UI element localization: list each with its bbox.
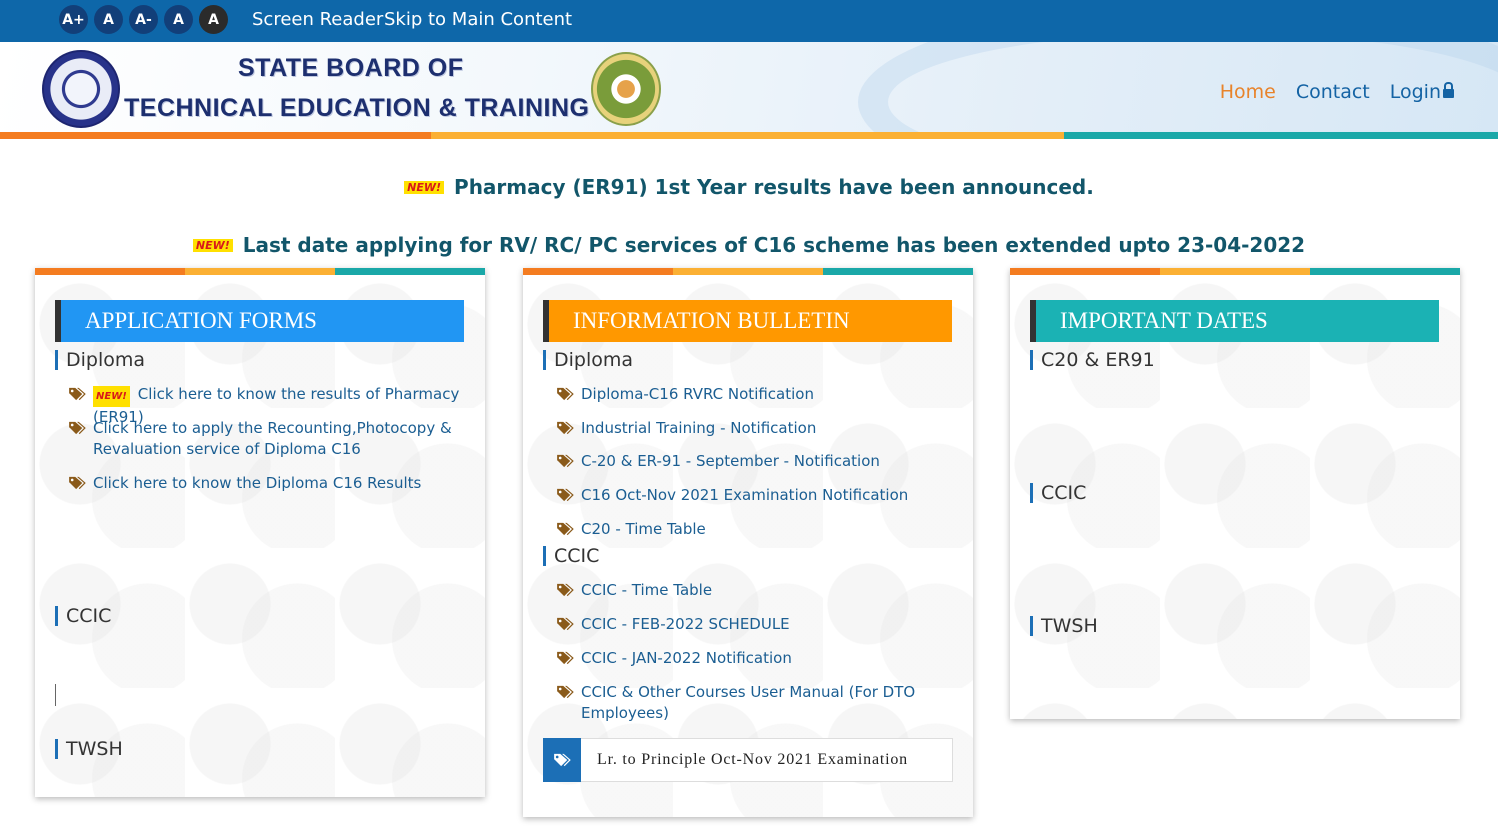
section-ccic: CCIC bbox=[1030, 483, 1086, 503]
item-text: C-20 & ER-91 - September - Notification bbox=[581, 452, 880, 470]
tags-icon bbox=[69, 476, 86, 490]
list-item[interactable]: Diploma-C16 RVRC Notification bbox=[556, 384, 956, 405]
list-item[interactable]: Click here to apply the Recounting,Photo… bbox=[68, 418, 468, 460]
list-item[interactable]: CCIC & Other Courses User Manual (For DT… bbox=[556, 682, 956, 724]
site-header: STATE BOARD OF TECHNICAL EDUCATION & TRA… bbox=[0, 42, 1498, 132]
header-color-stripe bbox=[0, 132, 1498, 139]
state-emblem-logo bbox=[591, 52, 661, 126]
list-item[interactable]: Click here to know the Diploma C16 Resul… bbox=[68, 473, 468, 494]
lock-icon bbox=[1443, 82, 1454, 98]
section-c20-er91: C20 & ER91 bbox=[1030, 350, 1155, 370]
screen-reader-link[interactable]: Screen Reader bbox=[252, 9, 383, 30]
site-title-line2: TECHNICAL EDUCATION & TRAINING bbox=[124, 94, 590, 122]
login-label: Login bbox=[1389, 81, 1441, 103]
nav-contact[interactable]: Contact bbox=[1296, 81, 1370, 103]
important-dates-panel: IMPORTANT DATES C20 & ER91 CCIC TWSH bbox=[1010, 268, 1460, 719]
new-badge-icon: NEW! bbox=[192, 239, 233, 252]
new-badge-icon: NEW! bbox=[404, 181, 445, 194]
theme-dark-button[interactable]: A bbox=[199, 5, 228, 34]
item-text: CCIC - FEB-2022 SCHEDULE bbox=[581, 615, 790, 633]
section-twsh: TWSH bbox=[1030, 616, 1098, 636]
tags-icon bbox=[557, 454, 574, 468]
font-normal-button[interactable]: A bbox=[94, 5, 123, 34]
tags-icon bbox=[557, 583, 574, 597]
information-bulletin-title: INFORMATION BULLETIN bbox=[543, 300, 952, 342]
announcement-2[interactable]: NEW! Last date applying for RV/ RC/ PC se… bbox=[0, 233, 1498, 257]
new-badge-icon: NEW! bbox=[93, 386, 130, 407]
accessibility-bar: A+ A A- A A Screen Reader Skip to Main C… bbox=[0, 0, 1498, 42]
tags-icon bbox=[557, 522, 574, 536]
section-diploma: Diploma bbox=[55, 350, 145, 370]
important-dates-title: IMPORTANT DATES bbox=[1030, 300, 1439, 342]
application-forms-panel: APPLICATION FORMS Diploma NEW! Click here… bbox=[35, 268, 485, 797]
site-title-line1: STATE BOARD OF bbox=[238, 54, 464, 82]
list-item[interactable]: CCIC - Time Table bbox=[556, 580, 956, 601]
tags-icon bbox=[69, 421, 86, 435]
announcement-2-text: Last date applying for RV/ RC/ PC servic… bbox=[242, 233, 1306, 257]
list-item[interactable]: CCIC - JAN-2022 Notification bbox=[556, 648, 956, 669]
nav-home[interactable]: Home bbox=[1220, 81, 1276, 103]
tags-icon bbox=[557, 387, 574, 401]
item-text: CCIC & Other Courses User Manual (For DT… bbox=[581, 683, 916, 722]
tags-icon bbox=[543, 738, 581, 782]
list-item[interactable]: C20 - Time Table bbox=[556, 519, 956, 540]
tags-icon bbox=[557, 651, 574, 665]
bulletin-link-box[interactable]: Lr. to Principle Oct-Nov 2021 Examinatio… bbox=[543, 738, 953, 782]
tags-icon bbox=[557, 617, 574, 631]
font-increase-button[interactable]: A+ bbox=[59, 5, 88, 34]
item-text: Industrial Training - Notification bbox=[581, 419, 817, 437]
font-decrease-button[interactable]: A- bbox=[129, 5, 158, 34]
list-item[interactable]: Industrial Training - Notification bbox=[556, 418, 956, 439]
item-text: Diploma-C16 RVRC Notification bbox=[581, 385, 814, 403]
item-text: C16 Oct-Nov 2021 Examination Notificatio… bbox=[581, 486, 909, 504]
item-text: Click here to know the Diploma C16 Resul… bbox=[93, 474, 422, 492]
item-text: C20 - Time Table bbox=[581, 520, 706, 538]
sbtet-logo bbox=[42, 50, 120, 128]
section-diploma: Diploma bbox=[543, 350, 633, 370]
theme-light-button[interactable]: A bbox=[164, 5, 193, 34]
information-bulletin-panel: INFORMATION BULLETIN Diploma Diploma-C16… bbox=[523, 268, 973, 817]
font-size-controls: A+ A A- A A bbox=[59, 5, 228, 34]
skip-to-main-link[interactable]: Skip to Main Content bbox=[384, 9, 572, 30]
bulletin-link-text: Lr. to Principle Oct-Nov 2021 Examinatio… bbox=[597, 751, 908, 768]
item-text: CCIC - Time Table bbox=[581, 581, 713, 599]
item-text: CCIC - JAN-2022 Notification bbox=[581, 649, 792, 667]
section-ccic: CCIC bbox=[55, 606, 111, 626]
list-item[interactable]: CCIC - FEB-2022 SCHEDULE bbox=[556, 614, 956, 635]
text-cursor bbox=[55, 684, 56, 706]
application-forms-title: APPLICATION FORMS bbox=[55, 300, 464, 342]
tags-icon bbox=[69, 387, 86, 401]
tags-icon bbox=[557, 488, 574, 502]
announcement-1[interactable]: NEW! Pharmacy (ER91) 1st Year results hav… bbox=[0, 175, 1498, 199]
item-text: Click here to apply the Recounting,Photo… bbox=[93, 419, 452, 458]
nav-login[interactable]: Login bbox=[1390, 81, 1454, 103]
tags-icon bbox=[557, 685, 574, 699]
announcement-1-text: Pharmacy (ER91) 1st Year results have be… bbox=[454, 175, 1094, 199]
list-item[interactable]: C16 Oct-Nov 2021 Examination Notificatio… bbox=[556, 485, 956, 506]
main-nav: Home Contact Login bbox=[1220, 81, 1454, 103]
section-twsh: TWSH bbox=[55, 739, 123, 759]
section-ccic: CCIC bbox=[543, 546, 599, 566]
list-item[interactable]: C-20 & ER-91 - September - Notification bbox=[556, 451, 956, 472]
tags-icon bbox=[557, 421, 574, 435]
